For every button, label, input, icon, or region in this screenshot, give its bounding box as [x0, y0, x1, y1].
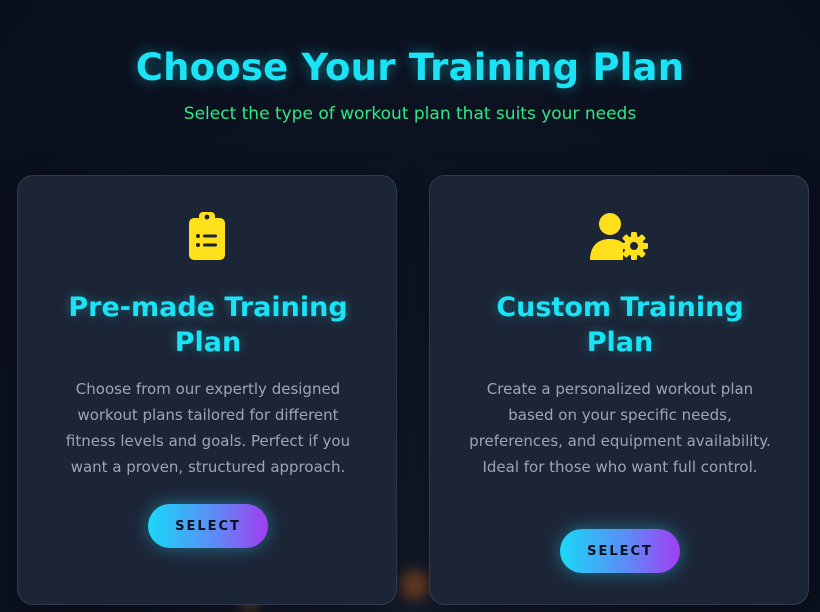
premade-plan-description: Choose from our expertly designed workou…: [65, 380, 351, 476]
custom-plan-description: Create a personalized workout plan based…: [469, 380, 771, 476]
user-gear-icon: [430, 212, 808, 262]
page-subtitle: Select the type of workout plan that sui…: [183, 104, 637, 124]
custom-plan-title-line2: Plan: [586, 327, 654, 358]
premade-plan-card[interactable]: Pre-made Training Plan Choose from our e…: [17, 175, 397, 605]
clipboard-list-icon: [18, 212, 396, 262]
page-title: Choose Your Training Plan: [135, 46, 685, 89]
custom-plan-title-line1: Custom Training: [496, 292, 744, 323]
premade-plan-title: Pre-made Training Plan: [48, 290, 368, 360]
training-plan-page: Choose Your Training Plan Select the typ…: [0, 0, 820, 612]
premade-select-button[interactable]: SELECT: [148, 504, 268, 548]
premade-plan-title-line1: Pre-made Training: [68, 292, 348, 323]
custom-plan-title: Custom Training Plan: [460, 290, 780, 360]
custom-plan-card[interactable]: Custom Training Plan Create a personaliz…: [429, 175, 809, 605]
custom-select-button[interactable]: SELECT: [560, 529, 680, 573]
premade-plan-title-line2: Plan: [174, 327, 242, 358]
background-glow: [400, 570, 430, 600]
